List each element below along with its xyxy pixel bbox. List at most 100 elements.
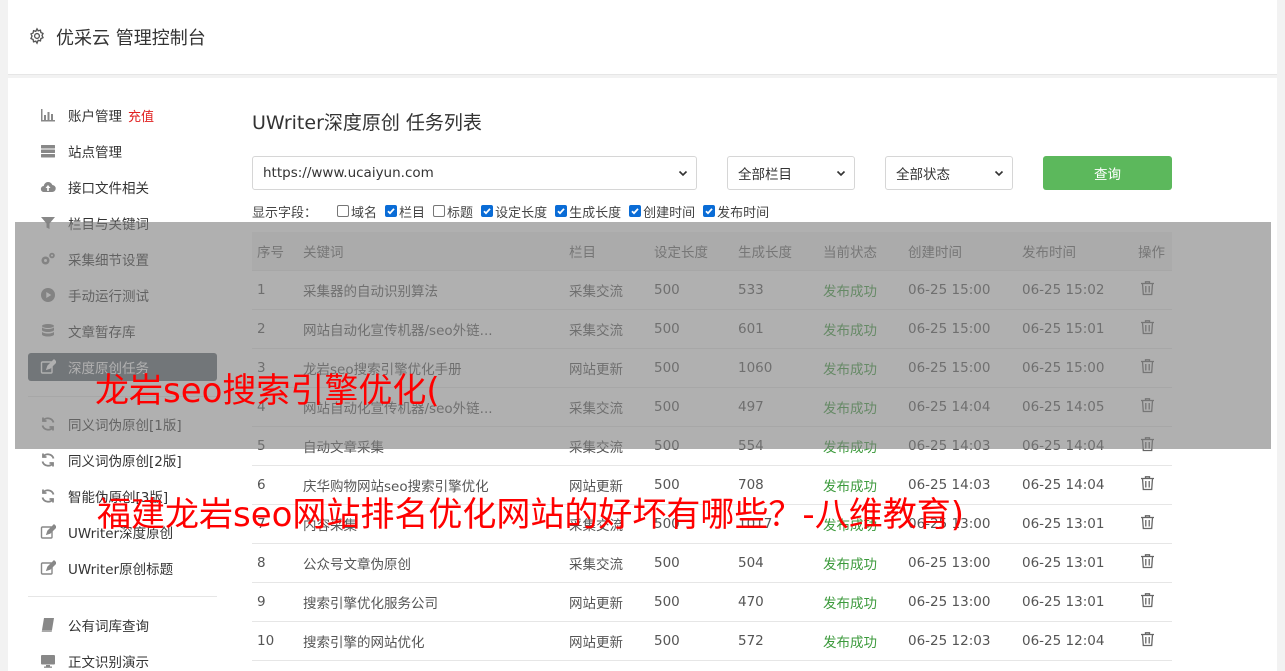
table-cell: 采集交流 — [564, 387, 649, 427]
table-cell-actions — [1133, 621, 1172, 661]
table-cell: 1 — [252, 270, 298, 310]
sidebar-item-label: 账户管理 — [68, 109, 122, 125]
sidebar-item-account[interactable]: 账户管理 充值 — [28, 101, 217, 129]
checkbox-checked[interactable] — [385, 205, 398, 217]
table-cell: 06-25 15:00 — [903, 309, 1017, 349]
play-icon — [39, 287, 56, 304]
sidebar-item-uwriter-title[interactable]: UWriter原创标题 — [28, 554, 217, 582]
trash-icon[interactable] — [1140, 475, 1155, 491]
column-header: 当前状态 — [818, 232, 903, 271]
edit-icon — [39, 359, 56, 376]
sidebar-item-label: 智能伪原创[3版] — [68, 490, 169, 506]
trash-icon[interactable] — [1140, 319, 1155, 335]
sidebar-item-manual-run[interactable]: 手动运行测试 — [28, 281, 217, 309]
checkbox[interactable] — [433, 205, 446, 217]
checkbox-label: 域名 — [351, 205, 378, 221]
sidebar-item-article-store[interactable]: 文章暂存库 — [28, 317, 217, 345]
table-cell: 网站更新 — [564, 621, 649, 661]
table-cell: 采集交流 — [564, 543, 649, 583]
checkbox-checked[interactable] — [629, 205, 642, 217]
table-cell-actions — [1133, 387, 1172, 427]
table-cell-actions — [1133, 426, 1172, 466]
field-checkbox-domain[interactable]: 域名 — [337, 202, 377, 221]
bar-chart-icon — [39, 107, 56, 124]
sidebar-item-label: 栏目与关键词 — [68, 217, 149, 233]
check-icon — [483, 208, 491, 215]
sidebar-item-text-recognition[interactable]: 正文识别演示 — [28, 647, 217, 671]
table-cell: 5 — [252, 426, 298, 466]
site-select-value: https://www.ucaiyun.com — [263, 165, 434, 181]
table-cell: 9 — [252, 582, 298, 622]
table-cell-actions — [1133, 582, 1172, 622]
refresh-icon — [39, 452, 56, 469]
checkbox-label: 标题 — [447, 205, 474, 221]
trash-icon[interactable] — [1140, 397, 1155, 413]
trash-icon[interactable] — [1140, 514, 1155, 530]
field-checkbox-created[interactable]: 创建时间 — [629, 202, 695, 221]
table-cell: 采集交流 — [564, 504, 649, 544]
sidebar-item-public-lexicon[interactable]: 公有词库查询 — [28, 611, 217, 639]
sidebar-item-interface[interactable]: 接口文件相关 — [28, 173, 217, 201]
table-cell: 10 — [252, 621, 298, 661]
trash-icon[interactable] — [1140, 631, 1155, 647]
column-select[interactable]: 全部栏目 — [727, 156, 855, 190]
table-cell: 06-25 12:04 — [1017, 621, 1133, 661]
app-title: 优采云 管理控制台 — [56, 28, 206, 49]
table-cell: 采集交流 — [564, 426, 649, 466]
checkbox-label: 设定长度 — [495, 205, 548, 221]
sidebar-item-collect-settings[interactable]: 采集细节设置 — [28, 245, 217, 273]
trash-icon[interactable] — [1140, 553, 1155, 569]
sidebar-item-sites[interactable]: 站点管理 — [28, 137, 217, 165]
trash-icon[interactable] — [1140, 280, 1155, 296]
gear-icon — [30, 27, 44, 45]
trash-icon[interactable] — [1140, 592, 1155, 608]
table-cell: 搜索引擎优化服务公司 — [298, 582, 564, 622]
field-checkbox-set-length[interactable]: 设定长度 — [481, 202, 547, 221]
monitor-icon — [39, 653, 56, 670]
table-cell: 572 — [733, 621, 818, 661]
server-icon — [39, 143, 56, 160]
sidebar-item-smart-v3[interactable]: 智能伪原创[3版] — [28, 482, 217, 510]
field-checkbox-published[interactable]: 发布时间 — [703, 202, 769, 221]
status-select[interactable]: 全部状态 — [885, 156, 1013, 190]
field-checkbox-gen-length[interactable]: 生成长度 — [555, 202, 621, 221]
table-header-row: 序号 关键词 栏目 设定长度 生成长度 当前状态 创建时间 发布时间 操作 — [252, 232, 1172, 271]
sidebar-item-synonym-v1[interactable]: 同义词伪原创[1版] — [28, 410, 217, 438]
check-icon — [387, 208, 395, 215]
table-cell: 发布成功 — [818, 582, 903, 622]
table-cell: 3 — [252, 348, 298, 388]
field-checkbox-column[interactable]: 栏目 — [385, 202, 425, 221]
table-cell: 06-25 13:01 — [1017, 582, 1133, 622]
checkbox-checked[interactable] — [555, 205, 568, 217]
query-button[interactable]: 查询 — [1043, 156, 1172, 190]
checkbox-checked[interactable] — [703, 205, 716, 217]
chevron-down-icon — [678, 170, 688, 177]
trash-icon[interactable] — [1140, 358, 1155, 374]
table-cell: 网站更新 — [564, 582, 649, 622]
table-cell: 500 — [649, 309, 733, 349]
sidebar-item-synonym-v2[interactable]: 同义词伪原创[2版] — [28, 446, 217, 474]
table-cell: 采集交流 — [564, 270, 649, 310]
checkbox-checked[interactable] — [481, 205, 494, 217]
table-cell: 06-25 15:00 — [903, 270, 1017, 310]
sidebar-item-columns[interactable]: 栏目与关键词 — [28, 209, 217, 237]
table-cell: 1060 — [733, 348, 818, 388]
field-checkbox-title[interactable]: 标题 — [433, 202, 473, 221]
checkbox[interactable] — [337, 205, 350, 217]
sidebar-item-deep-original[interactable]: 深度原创任务 — [28, 353, 217, 381]
sidebar-item-label: 同义词伪原创[1版] — [68, 418, 182, 434]
status-select-value: 全部状态 — [896, 167, 950, 183]
table-cell: 533 — [733, 270, 818, 310]
sidebar-item-label: 文章暂存库 — [68, 325, 136, 341]
site-select[interactable]: https://www.ucaiyun.com — [252, 156, 697, 190]
checkbox-label: 创建时间 — [643, 205, 696, 221]
sidebar-item-uwriter-deep[interactable]: UWriter深度原创 — [28, 518, 217, 546]
table-cell: 500 — [649, 387, 733, 427]
table-row: 2 网站自动化宣传机器/seo外链... 采集交流 500 601 发布成功 06-25 1… — [252, 309, 1172, 349]
sidebar-item-label: 深度原创任务 — [68, 361, 149, 377]
recharge-link[interactable]: 充值 — [128, 106, 154, 125]
table-cell: 网站更新 — [564, 465, 649, 505]
table-cell: 发布成功 — [818, 465, 903, 505]
trash-icon[interactable] — [1140, 436, 1155, 452]
main-panel: 账户管理 充值 站点管理 接口文件相关 栏目与关键词 采集细节设置 手动运行测试… — [8, 78, 1277, 671]
